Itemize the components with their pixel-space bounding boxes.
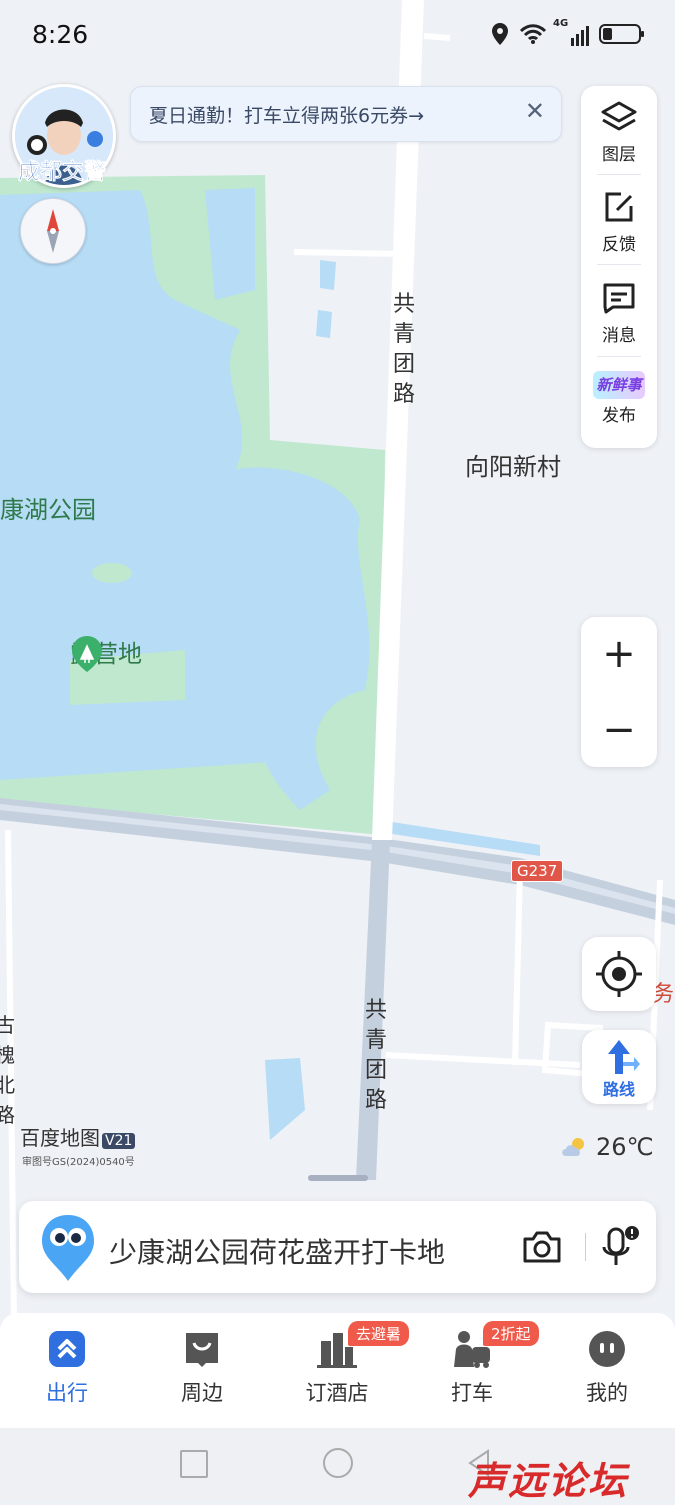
nav-label-nearby: 周边 bbox=[181, 1381, 223, 1405]
nav-label-mine: 我的 bbox=[586, 1381, 628, 1405]
logo-text: 百度地图 bbox=[20, 1126, 100, 1150]
road-label-north: 共青团路 bbox=[392, 292, 415, 407]
promo-text[interactable]: 夏日通勤！打车立得两张6元券→ bbox=[149, 101, 424, 128]
baidu-map-logo: 百度地图 V21 bbox=[20, 1122, 136, 1151]
weather-temp: 26℃ bbox=[596, 1133, 654, 1161]
edit-icon bbox=[605, 192, 633, 222]
travel-icon bbox=[49, 1331, 85, 1367]
messages-label: 消息 bbox=[602, 326, 636, 346]
crosshair-icon bbox=[596, 951, 642, 997]
nav-label-taxi: 打车 bbox=[451, 1381, 493, 1405]
publish-label: 发布 bbox=[602, 406, 636, 426]
zoom-in-button[interactable]: + bbox=[581, 617, 657, 691]
battery-icon bbox=[599, 24, 644, 44]
wifi-icon bbox=[519, 24, 547, 44]
drag-handle[interactable] bbox=[308, 1175, 368, 1181]
route-button[interactable]: 路线 bbox=[582, 1030, 656, 1104]
right-toolbar: 图层 反馈 消息 新鲜事 发布 bbox=[581, 86, 657, 448]
route-arrow-icon bbox=[608, 1040, 640, 1074]
nav-label-hotel: 订酒店 bbox=[305, 1381, 369, 1405]
feedback-label: 反馈 bbox=[602, 235, 636, 255]
status-bar: 8:26 4G bbox=[0, 0, 675, 72]
layers-label: 图层 bbox=[602, 145, 636, 165]
nav-item-mine[interactable]: 我的 bbox=[552, 1329, 662, 1407]
publish-logo: 新鲜事 bbox=[593, 371, 645, 399]
close-icon[interactable]: ✕ bbox=[525, 97, 545, 125]
camera-icon[interactable] bbox=[521, 1229, 563, 1265]
nav-item-taxi[interactable]: 2折起 打车 bbox=[417, 1321, 539, 1407]
nav-label-travel: 出行 bbox=[46, 1381, 88, 1405]
status-icons: 4G bbox=[491, 18, 645, 46]
police-label[interactable]: 成都交警 bbox=[10, 154, 114, 186]
hotel-badge: 去避暑 bbox=[348, 1321, 410, 1346]
network-type: 4G bbox=[553, 18, 569, 29]
route-label: 路线 bbox=[602, 1080, 635, 1099]
taxi-badge: 2折起 bbox=[483, 1321, 539, 1346]
nav-item-nearby[interactable]: 周边 bbox=[147, 1329, 257, 1407]
map-approval-number: 审图号GS(2024)0540号 bbox=[22, 1157, 135, 1168]
mascot-icon bbox=[42, 1215, 94, 1281]
locate-button[interactable] bbox=[582, 937, 656, 1011]
status-time: 8:26 bbox=[32, 20, 89, 49]
nearby-icon bbox=[186, 1333, 218, 1367]
layers-icon bbox=[601, 101, 637, 131]
search-bar[interactable]: 少康湖公园荷花盛开打卡地 bbox=[19, 1201, 656, 1293]
home-button[interactable] bbox=[323, 1448, 353, 1478]
search-input[interactable]: 少康湖公园荷花盛开打卡地 bbox=[109, 1231, 445, 1271]
signal-icon: 4G bbox=[553, 18, 589, 46]
feedback-button[interactable]: 反馈 bbox=[581, 190, 657, 255]
zoom-control: + − bbox=[581, 617, 657, 767]
road-label-left: 古槐北路 bbox=[0, 1013, 15, 1127]
logo-version: V21 bbox=[102, 1133, 136, 1149]
road-label-south: 共青团路 bbox=[364, 998, 387, 1113]
layers-button[interactable]: 图层 bbox=[581, 100, 657, 165]
bottom-nav: 出行 周边 去避暑 订酒店 2折起 打车 我的 bbox=[0, 1313, 675, 1428]
location-icon bbox=[492, 23, 508, 45]
compass-button[interactable] bbox=[20, 198, 86, 264]
promo-banner[interactable]: 夏日通勤！打车立得两张6元券→ ✕ bbox=[130, 86, 562, 142]
campsite-icon bbox=[72, 636, 102, 672]
zoom-out-button[interactable]: − bbox=[581, 693, 657, 767]
compass-icon bbox=[47, 209, 59, 253]
profile-icon bbox=[589, 1331, 625, 1367]
campsite-poi[interactable]: 露营地 bbox=[70, 634, 142, 672]
partly-cloudy-icon bbox=[562, 1138, 584, 1156]
recents-button[interactable] bbox=[180, 1450, 208, 1478]
microphone-icon[interactable] bbox=[599, 1225, 639, 1269]
message-icon bbox=[603, 283, 635, 314]
village-label[interactable]: 向阳新村 bbox=[465, 447, 561, 482]
publish-button[interactable]: 新鲜事 发布 bbox=[581, 371, 657, 426]
nav-item-hotel[interactable]: 去避暑 订酒店 bbox=[282, 1321, 410, 1407]
weather-widget[interactable]: 26℃ bbox=[560, 1133, 654, 1161]
highway-shield-label: G237 bbox=[517, 862, 558, 880]
divider bbox=[585, 1233, 586, 1261]
watermark: 声远论坛 bbox=[468, 1459, 629, 1503]
park-label[interactable]: 康湖公园 bbox=[0, 490, 96, 525]
highway-shield: G237 bbox=[511, 860, 564, 882]
messages-button[interactable]: 消息 bbox=[581, 281, 657, 346]
nav-item-travel[interactable]: 出行 bbox=[12, 1329, 122, 1407]
